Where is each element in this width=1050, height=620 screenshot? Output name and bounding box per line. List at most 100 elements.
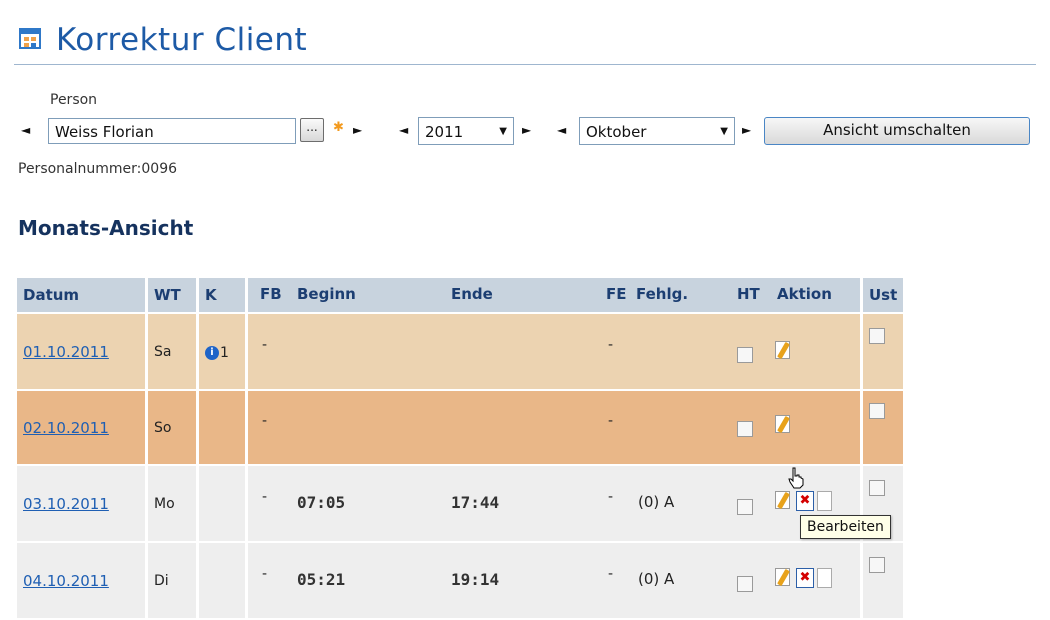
ust-checkbox[interactable] (869, 328, 885, 344)
delete-icon[interactable]: ✖ (796, 568, 814, 588)
ust-checkbox[interactable] (869, 480, 885, 496)
fe-value: - (608, 413, 614, 429)
year-select[interactable]: 2011 ▼ (418, 117, 514, 145)
document-icon[interactable] (817, 568, 832, 588)
month-select[interactable]: Oktober ▼ (579, 117, 735, 145)
col-header-beginn: Beginn (297, 285, 356, 303)
col-header-wt: WT (148, 278, 196, 312)
col-header-group: FB Beginn Ende FE Fehlg. HT Aktion (248, 278, 860, 312)
chevron-down-icon: ▼ (720, 126, 728, 137)
ust-cell (863, 391, 904, 464)
ust-checkbox[interactable] (869, 557, 885, 573)
datum-link[interactable]: 02.10.2011 (23, 419, 109, 437)
weekday-cell: Di (148, 543, 196, 618)
table-row: 01.10.2011 Sa i1 - - (17, 314, 904, 389)
ust-cell (863, 543, 904, 618)
end-time: 17:44 (451, 493, 500, 512)
switch-view-button[interactable]: Ansicht umschalten (764, 117, 1030, 145)
arrow-left-icon[interactable]: ◄ (399, 124, 408, 136)
delete-icon[interactable]: ✖ (796, 491, 814, 511)
arrow-right-icon[interactable]: ► (522, 124, 531, 136)
month-select-value: Oktober (586, 123, 647, 141)
arrow-left-icon[interactable]: ◄ (557, 124, 566, 136)
title-row: Korrektur Client (16, 22, 307, 58)
ht-checkbox[interactable] (737, 347, 753, 363)
fb-value: - (262, 337, 268, 353)
fe-value: - (608, 489, 614, 505)
datum-link[interactable]: 03.10.2011 (23, 495, 109, 513)
table-header-row: Datum WT K FB Beginn Ende FE Fehlg. HT A… (17, 278, 904, 312)
time-group-cell: - - (248, 314, 860, 389)
ust-checkbox[interactable] (869, 403, 885, 419)
document-icon[interactable] (817, 491, 832, 511)
col-header-aktion: Aktion (777, 285, 832, 303)
begin-time: 07:05 (297, 493, 346, 512)
action-icons: ✖ (775, 568, 832, 588)
ht-checkbox[interactable] (737, 576, 753, 592)
edit-icon[interactable] (775, 568, 793, 588)
k-count: 1 (220, 344, 229, 361)
weekday-cell: Sa (148, 314, 196, 389)
fehlg-value: (0) A (638, 570, 675, 588)
chevron-down-icon: ▼ (499, 126, 507, 137)
arrow-right-icon[interactable]: ► (742, 124, 751, 136)
datum-cell: 04.10.2011 (17, 543, 145, 618)
year-select-value: 2011 (425, 123, 464, 141)
col-header-k: K (199, 278, 245, 312)
title-divider (14, 64, 1036, 65)
datum-link[interactable]: 04.10.2011 (23, 572, 109, 590)
col-header-datum: Datum (17, 278, 145, 312)
asterisk-icon: ✱ (333, 120, 344, 135)
month-table: Datum WT K FB Beginn Ende FE Fehlg. HT A… (14, 276, 906, 620)
arrow-left-icon[interactable]: ◄ (21, 124, 30, 136)
tooltip: Bearbeiten (800, 515, 891, 539)
datum-cell: 01.10.2011 (17, 314, 145, 389)
col-header-fehlg: Fehlg. (636, 285, 689, 303)
edit-icon[interactable] (775, 491, 793, 511)
time-group-cell: - 05:21 19:14 - (0) A ✖ (248, 543, 860, 618)
k-cell (199, 391, 245, 464)
section-title: Monats-Ansicht (18, 216, 194, 240)
col-header-fb: FB (260, 285, 282, 303)
weekday-cell: Mo (148, 466, 196, 541)
k-cell: i1 (199, 314, 245, 389)
arrow-right-icon[interactable]: ► (353, 124, 362, 136)
time-group-cell: - - (248, 391, 860, 464)
fe-value: - (608, 566, 614, 582)
begin-time: 05:21 (297, 570, 346, 589)
fb-value: - (262, 489, 268, 505)
person-picker-button[interactable]: ... (300, 118, 324, 142)
table-row: 03.10.2011 Mo - 07:05 17:44 - (0) A ✖ (17, 466, 904, 541)
k-cell (199, 543, 245, 618)
edit-icon[interactable] (775, 415, 793, 435)
page-title: Korrektur Client (56, 22, 308, 58)
info-icon[interactable]: i (205, 345, 219, 360)
fe-value: - (608, 337, 614, 353)
col-header-ust: Ust (863, 278, 904, 312)
datum-cell: 02.10.2011 (17, 391, 145, 464)
col-header-ende: Ende (451, 285, 493, 303)
datum-link[interactable]: 01.10.2011 (23, 343, 109, 361)
col-header-ht: HT (737, 285, 760, 303)
calendar-app-icon (16, 25, 46, 55)
table-row: 04.10.2011 Di - 05:21 19:14 - (0) A ✖ (17, 543, 904, 618)
k-cell (199, 466, 245, 541)
personnel-number: Personalnummer:0096 (18, 161, 178, 177)
datum-cell: 03.10.2011 (17, 466, 145, 541)
fb-value: - (262, 566, 268, 582)
col-header-fe: FE (606, 285, 627, 303)
fehlg-value: (0) A (638, 493, 675, 511)
end-time: 19:14 (451, 570, 500, 589)
weekday-cell: So (148, 391, 196, 464)
fb-value: - (262, 413, 268, 429)
ust-cell (863, 314, 904, 389)
ht-checkbox[interactable] (737, 499, 753, 515)
action-icons: ✖ (775, 491, 832, 511)
edit-icon[interactable] (775, 341, 793, 361)
person-label: Person (50, 92, 98, 108)
ht-checkbox[interactable] (737, 421, 753, 437)
hand-cursor-icon (788, 467, 804, 489)
table-row: 02.10.2011 So - - (17, 391, 904, 464)
person-input[interactable]: Weiss Florian (48, 118, 296, 144)
time-group-cell: - 07:05 17:44 - (0) A ✖ (248, 466, 860, 541)
